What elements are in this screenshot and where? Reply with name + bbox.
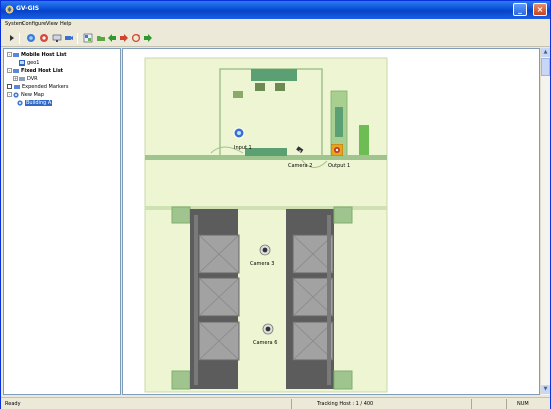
markers-icon	[14, 84, 20, 89]
tree-item-building-a[interactable]: Building A	[17, 99, 53, 106]
minimize-button[interactable]: _	[513, 3, 527, 16]
forward-icon[interactable]	[119, 33, 129, 43]
expended-markers-checkbox[interactable]	[7, 84, 12, 89]
collapse-icon[interactable]: -	[7, 68, 12, 73]
status-bar: Ready Tracking Host : 1 / 400 NUM	[1, 397, 550, 409]
scroll-thumb[interactable]	[541, 58, 550, 76]
connect-icon[interactable]	[26, 33, 36, 43]
map-vertical-scrollbar[interactable]: ▲ ▼	[540, 48, 550, 395]
menu-system[interactable]: System	[5, 21, 24, 27]
tree-item-expended-markers[interactable]: Expended Markers	[7, 83, 68, 90]
tree-item-dvr[interactable]: + DVR	[13, 75, 38, 82]
marker-label-camera6: Camera 6	[253, 340, 278, 346]
camera-icon[interactable]	[64, 33, 74, 43]
output-device-icon[interactable]	[331, 144, 343, 156]
map-view[interactable]: Input 1 Camera 2 Output 1 Camera 3 Camer…	[122, 48, 540, 395]
app-icon	[5, 5, 14, 14]
tree-item-geo1[interactable]: geo1	[19, 59, 40, 66]
dome-camera-icon[interactable]	[259, 244, 271, 256]
floor-plan	[144, 57, 388, 393]
title-bar[interactable]: GV-GIS _ □ ×	[1, 1, 550, 19]
tree-item-fixed-host-list[interactable]: - Fixed Host List	[7, 67, 63, 74]
play-icon[interactable]	[7, 33, 17, 43]
marker-label-camera3: Camera 3	[250, 261, 275, 267]
map-icon[interactable]	[83, 33, 93, 43]
scroll-down-icon[interactable]: ▼	[541, 385, 550, 394]
toolbar	[1, 30, 550, 47]
dome-camera-icon[interactable]	[262, 323, 274, 335]
collapse-icon[interactable]: -	[7, 92, 12, 97]
dvr-icon	[19, 76, 25, 81]
status-tracking-host: Tracking Host : 1 / 400	[317, 401, 374, 407]
scroll-up-icon[interactable]: ▲	[541, 48, 550, 57]
menu-bar: System Configure View Help	[1, 19, 550, 30]
marker-label-camera2: Camera 2	[288, 163, 313, 169]
menu-help[interactable]: Help	[60, 21, 71, 27]
refresh-icon[interactable]	[131, 33, 141, 43]
window-title: GV-GIS	[16, 5, 40, 12]
collapse-icon[interactable]: -	[7, 52, 12, 57]
folder-icon[interactable]	[96, 33, 106, 43]
input-sensor-icon[interactable]	[233, 127, 245, 139]
monitor-icon[interactable]	[52, 33, 62, 43]
menu-configure[interactable]: Configure	[22, 21, 46, 27]
map-icon	[17, 99, 23, 106]
app-window: GV-GIS _ □ × System Configure View Help	[0, 0, 551, 409]
host-tree-panel[interactable]: - Mobile Host List geo1 - Fixed Host Lis…	[3, 48, 121, 395]
camera-icon[interactable]	[295, 146, 305, 156]
menu-view[interactable]: View	[46, 21, 58, 27]
close-button[interactable]: ×	[533, 3, 547, 16]
settings-icon[interactable]	[39, 33, 49, 43]
status-num-lock: NUM	[517, 401, 529, 407]
tree-item-mobile-host-list[interactable]: - Mobile Host List	[7, 51, 67, 58]
marker-label-input1: Input 1	[234, 145, 252, 151]
tree-item-new-map[interactable]: - New Map	[7, 91, 44, 98]
host-icon	[19, 59, 25, 66]
back-icon[interactable]	[107, 33, 117, 43]
host-list-icon	[13, 68, 19, 73]
host-list-icon	[13, 52, 19, 57]
marker-label-output1: Output 1	[328, 163, 351, 169]
map-icon	[13, 91, 19, 98]
status-ready: Ready	[5, 401, 21, 407]
go-icon[interactable]	[143, 33, 153, 43]
expand-icon[interactable]: +	[13, 76, 18, 81]
